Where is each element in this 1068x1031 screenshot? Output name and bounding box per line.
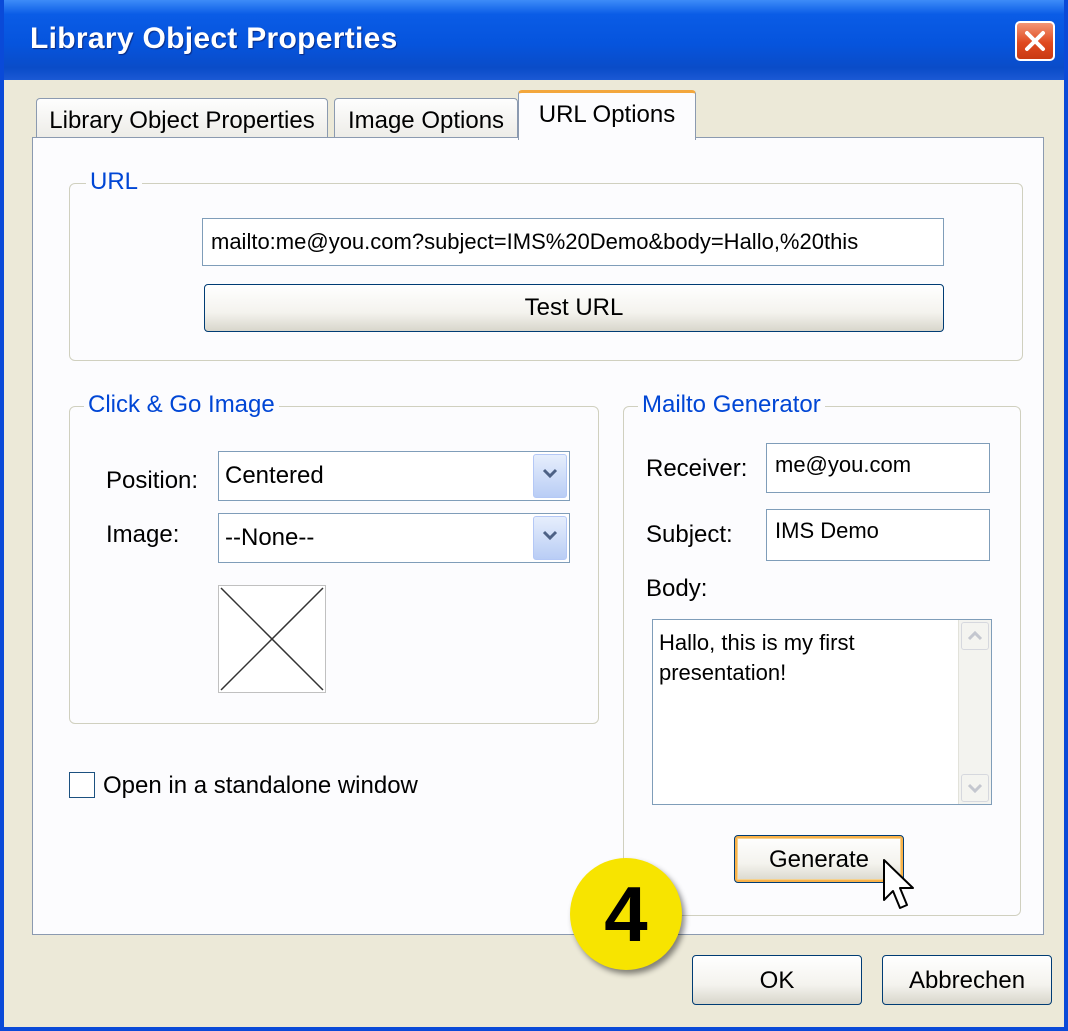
url-group: URL mailto:me@you.com?subject=IMS%20Demo… — [69, 168, 1023, 361]
standalone-window-label: Open in a standalone window — [103, 772, 418, 799]
generate-button[interactable]: Generate — [734, 835, 904, 883]
position-select[interactable]: Centered — [218, 451, 570, 501]
mailto-generator-legend: Mailto Generator — [638, 391, 825, 419]
close-button[interactable] — [1015, 21, 1055, 61]
tab-image-options[interactable]: Image Options — [334, 98, 518, 140]
no-image-placeholder-icon — [220, 587, 324, 691]
image-select-value: --None-- — [225, 524, 315, 551]
test-url-button[interactable]: Test URL — [204, 284, 944, 332]
mouse-cursor-icon — [883, 859, 914, 909]
chevron-down-icon — [542, 530, 558, 541]
step-number-badge: 4 — [570, 858, 682, 970]
subject-label: Subject: — [646, 521, 733, 548]
url-input[interactable]: mailto:me@you.com?subject=IMS%20Demo&bod… — [202, 218, 944, 266]
close-icon — [1025, 31, 1045, 51]
body-text-line: Hallo, this is my first — [659, 630, 855, 655]
chevron-up-icon — [967, 630, 983, 641]
url-options-panel: URL mailto:me@you.com?subject=IMS%20Demo… — [32, 137, 1044, 935]
body-textarea[interactable]: Hallo, this is my first presentation! — [652, 619, 992, 805]
ok-button[interactable]: OK — [692, 955, 862, 1005]
body-label: Body: — [646, 575, 708, 602]
tab-label: Image Options — [347, 107, 505, 134]
tab-library-object-properties[interactable]: Library Object Properties — [36, 98, 328, 140]
step-number: 4 — [604, 870, 648, 958]
position-label: Position: — [106, 467, 199, 494]
image-dropdown-button[interactable] — [533, 516, 567, 560]
subject-input[interactable]: IMS Demo — [766, 509, 990, 561]
url-group-legend: URL — [86, 168, 143, 196]
image-label: Image: — [106, 521, 180, 548]
click-go-image-legend: Click & Go Image — [84, 391, 279, 419]
window-title: Library Object Properties — [30, 22, 398, 55]
tab-label: Library Object Properties — [49, 107, 315, 134]
receiver-label: Receiver: — [646, 455, 748, 482]
tab-url-options[interactable]: URL Options — [518, 90, 696, 140]
image-select[interactable]: --None-- — [218, 513, 570, 563]
chevron-down-icon — [967, 783, 983, 794]
image-preview — [218, 585, 326, 693]
dialog-window: Library Object Properties Library Object… — [0, 0, 1068, 1031]
receiver-input[interactable]: me@you.com — [766, 443, 990, 493]
scroll-up-button[interactable] — [961, 622, 989, 650]
click-go-image-group: Click & Go Image Position: Centered Imag… — [69, 391, 599, 724]
tab-label: URL Options — [538, 101, 676, 128]
chevron-down-icon — [542, 468, 558, 479]
position-select-value: Centered — [225, 462, 324, 489]
scroll-down-button[interactable] — [961, 774, 989, 802]
title-bar[interactable]: Library Object Properties — [4, 0, 1064, 80]
body-text-line: presentation! — [659, 660, 787, 685]
cancel-button[interactable]: Abbrechen — [882, 955, 1052, 1005]
body-scrollbar[interactable] — [958, 620, 991, 804]
standalone-window-checkbox[interactable] — [69, 772, 95, 798]
mailto-generator-group: Mailto Generator Receiver: me@you.com Su… — [623, 391, 1021, 916]
position-dropdown-button[interactable] — [533, 454, 567, 498]
